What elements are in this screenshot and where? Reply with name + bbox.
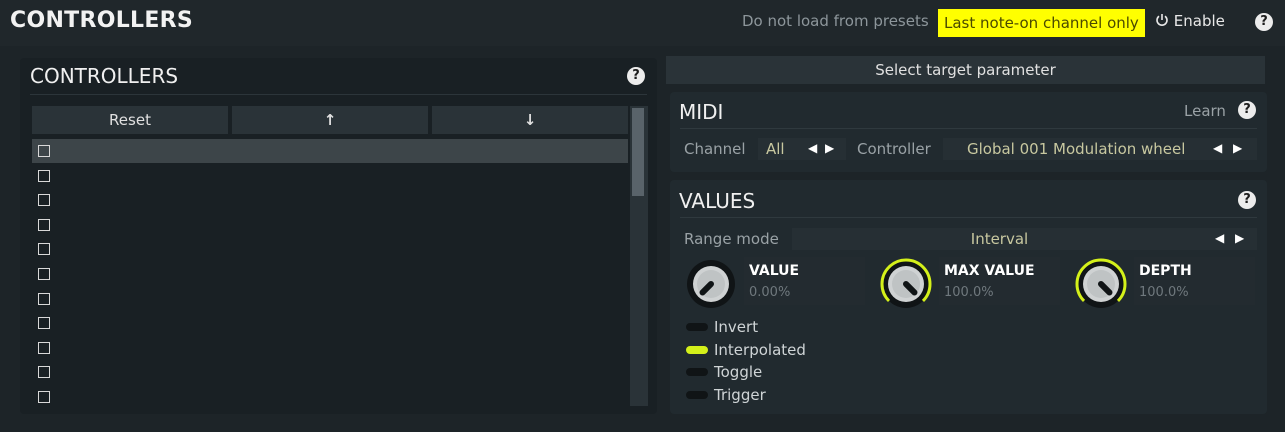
controller-selector[interactable]: Global 001 Modulation wheel ◀ ▶ [943, 138, 1257, 160]
midi-help-icon[interactable]: ? [1238, 101, 1256, 119]
controllers-help-icon[interactable]: ? [627, 67, 645, 85]
knob[interactable] [1074, 257, 1128, 311]
trigger-label[interactable]: Trigger [714, 386, 766, 404]
controllers-panel-title: CONTROLLERS [30, 64, 179, 88]
trigger-toggle[interactable] [686, 390, 708, 399]
list-item[interactable] [32, 164, 628, 188]
list-item-checkbox[interactable] [38, 391, 50, 403]
list-item-checkbox[interactable] [38, 145, 50, 157]
channel-value: All [766, 140, 785, 158]
toggle-label[interactable]: Toggle [714, 363, 762, 381]
invert-label[interactable]: Invert [714, 318, 758, 336]
channel-label: Channel [684, 140, 746, 158]
knob-value: 0.00% [749, 285, 791, 300]
list-item[interactable] [32, 360, 628, 384]
list-scrollbar-thumb[interactable] [632, 108, 644, 196]
list-item-checkbox[interactable] [38, 218, 50, 231]
knob[interactable] [879, 257, 933, 311]
range-mode-selector[interactable]: Interval ◀ ▶ [792, 228, 1257, 250]
channel-selector[interactable]: All ◀ ▶ [758, 138, 846, 160]
list-item-checkbox[interactable] [38, 292, 50, 305]
knob-value: 100.0% [944, 285, 994, 300]
list-item[interactable] [32, 213, 628, 237]
range-mode-value: Interval [970, 230, 1029, 248]
list-item[interactable] [32, 139, 628, 163]
list-item[interactable] [32, 336, 628, 360]
divider [680, 217, 1257, 218]
range-mode-prev-icon[interactable]: ◀ [1215, 231, 1224, 245]
enable-button[interactable]: Enable [1155, 12, 1225, 30]
select-target-parameter-button[interactable]: Select target parameter [666, 56, 1265, 84]
midi-section [670, 92, 1267, 172]
list-item-checkbox[interactable] [38, 169, 50, 182]
values-title: VALUES [679, 189, 756, 213]
interpolated-label[interactable]: Interpolated [714, 341, 806, 359]
list-item[interactable] [32, 188, 628, 212]
interpolated-toggle[interactable] [686, 345, 708, 354]
knob-label: MAX VALUE [944, 263, 1035, 279]
list-item-checkbox[interactable] [38, 341, 50, 354]
list-item-checkbox[interactable] [38, 243, 50, 256]
controller-label: Controller [857, 140, 931, 158]
move-up-button[interactable]: ↑ [232, 106, 428, 134]
list-item-checkbox[interactable] [38, 366, 50, 379]
invert-toggle[interactable] [686, 323, 708, 331]
list-item-checkbox[interactable] [38, 268, 50, 280]
knob-label: VALUE [749, 263, 800, 279]
list-item[interactable] [32, 262, 628, 286]
learn-button[interactable]: Learn [1184, 102, 1226, 120]
knob-value: 100.0% [1139, 285, 1189, 300]
power-icon [1156, 14, 1168, 26]
divider [30, 94, 647, 95]
page-title: CONTROLLERS [10, 8, 194, 33]
last-note-on-channel-only-toggle[interactable]: Last note-on channel only [938, 9, 1145, 37]
header-help-icon[interactable]: ? [1255, 13, 1273, 31]
move-down-button[interactable]: ↓ [432, 106, 628, 134]
knob[interactable] [684, 257, 738, 311]
values-help-icon[interactable]: ? [1238, 191, 1256, 209]
midi-title: MIDI [679, 100, 724, 124]
toggle-toggle[interactable] [686, 368, 708, 376]
controller-next-icon[interactable]: ▶ [1233, 141, 1242, 155]
controller-value: Global 001 Modulation wheel [967, 140, 1186, 158]
channel-prev-icon[interactable]: ◀ [808, 141, 817, 155]
list-item[interactable] [32, 385, 628, 409]
list-item[interactable] [32, 287, 628, 311]
do-not-load-from-presets-toggle[interactable]: Do not load from presets [742, 12, 929, 30]
list-item-checkbox[interactable] [38, 194, 50, 207]
range-mode-next-icon[interactable]: ▶ [1235, 231, 1244, 245]
list-item[interactable] [32, 311, 628, 335]
list-item[interactable] [32, 237, 628, 261]
channel-next-icon[interactable]: ▶ [825, 141, 834, 155]
divider [680, 128, 1257, 129]
reset-button[interactable]: Reset [32, 106, 228, 134]
controller-prev-icon[interactable]: ◀ [1213, 141, 1222, 155]
knob-label: DEPTH [1139, 263, 1192, 279]
range-mode-label: Range mode [684, 230, 779, 248]
enable-label: Enable [1173, 12, 1225, 30]
list-item-checkbox[interactable] [38, 317, 50, 330]
